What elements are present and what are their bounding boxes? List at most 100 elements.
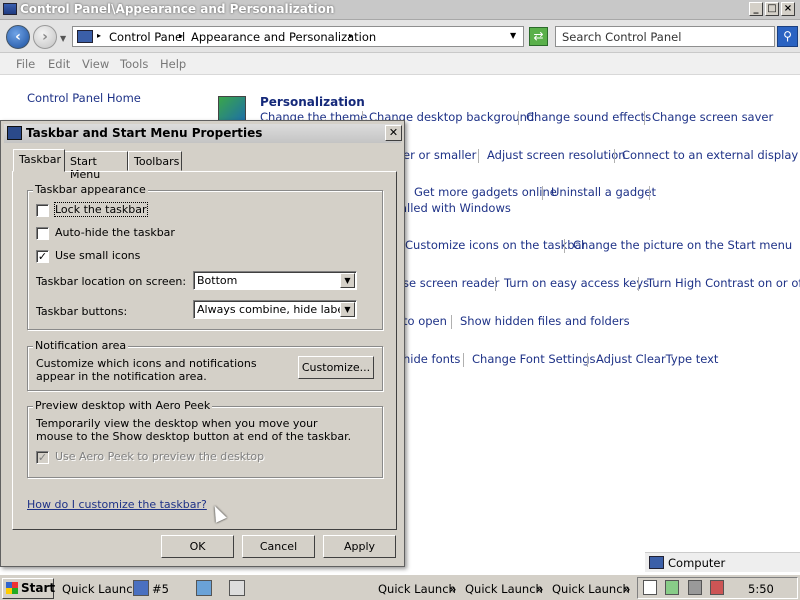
network-icon[interactable] (688, 580, 702, 595)
lock-taskbar-label[interactable]: Lock the taskbar (54, 202, 148, 217)
separator (587, 353, 588, 367)
separator (542, 186, 543, 200)
gadgets-installed-link[interactable]: alled with Windows (400, 201, 511, 215)
apply-button[interactable]: Apply (323, 535, 396, 558)
cancel-button[interactable]: Cancel (242, 535, 315, 558)
help-link[interactable]: How do I customize the taskbar? (27, 498, 207, 511)
separator (644, 111, 645, 125)
more-gadgets-link[interactable]: Get more gadgets online (414, 185, 557, 199)
chevron-down-icon[interactable]: ▼ (340, 302, 355, 317)
crumb-separator-icon: ▸ (97, 31, 102, 40)
computer-icon (649, 556, 664, 569)
menu-file[interactable]: File (16, 57, 35, 71)
uninstall-gadget-link[interactable]: Uninstall a gadget (551, 185, 656, 199)
start-button[interactable]: Start (2, 578, 56, 599)
close-window-button[interactable]: × (781, 2, 795, 16)
customize-taskbar-icons-link[interactable]: Customize icons on the taskbar (405, 238, 586, 252)
click-to-open-link[interactable]: to open (403, 314, 447, 328)
back-button[interactable]: ‹ (6, 25, 30, 49)
refresh-icon[interactable]: ⇄ (529, 27, 548, 46)
quick-launch-toolbar[interactable]: Quick Launch (552, 582, 630, 596)
quick-launch-toolbar[interactable]: Quick Launch (465, 582, 543, 596)
aero-peek-text: Temporarily view the desktop when you mo… (36, 417, 352, 443)
maximize-button[interactable]: □ (765, 2, 779, 16)
separator (478, 149, 479, 163)
quick-launch-toolbar[interactable]: Quick Launch (378, 582, 456, 596)
taskbar-appearance-title: Taskbar appearance (33, 183, 148, 196)
address-toolbar: ‹ › ▼ ▸ Control Panel ▸ Appearance and P… (0, 20, 800, 53)
cleartype-link[interactable]: Adjust ClearType text (596, 352, 718, 366)
clock[interactable]: 5:50 (748, 582, 774, 596)
separator (638, 277, 639, 291)
small-icons-checkbox[interactable]: ✓ (36, 250, 49, 263)
aero-peek-checkbox[interactable]: ✓ (36, 451, 49, 464)
chevron-right-icon[interactable]: » (536, 582, 543, 596)
crumb-control-panel[interactable]: Control Panel (109, 30, 185, 44)
tab-toolbars[interactable]: Toolbars (128, 151, 182, 171)
personalization-icon (218, 96, 246, 122)
status-bar: Computer (645, 552, 800, 572)
personalization-title[interactable]: Personalization (260, 95, 365, 109)
buttons-label: Taskbar buttons: (36, 305, 128, 318)
autohide-checkbox[interactable] (36, 227, 49, 240)
history-dropdown-icon[interactable]: ▼ (60, 34, 66, 43)
address-field[interactable]: ▸ Control Panel ▸ Appearance and Persona… (72, 26, 524, 47)
separator (451, 315, 452, 329)
customize-button[interactable]: Customize... (298, 356, 374, 379)
security-icon[interactable] (665, 580, 679, 595)
computer-icon[interactable] (133, 580, 149, 596)
search-input[interactable]: Search Control Panel (555, 26, 775, 47)
text-size-link[interactable]: er or smaller (403, 148, 476, 162)
adjust-resolution-link[interactable]: Adjust screen resolution (487, 148, 626, 162)
forward-button[interactable]: › (33, 25, 57, 49)
close-icon[interactable]: ✕ (385, 125, 402, 141)
search-icon[interactable]: ⚲ (777, 26, 798, 47)
aero-peek-label: Use Aero Peek to preview the desktop (55, 450, 265, 463)
small-icons-label[interactable]: Use small icons (55, 249, 140, 262)
taskbar-icon (7, 126, 22, 140)
buttons-value: Always combine, hide labels (197, 303, 353, 316)
windows-flag-icon (6, 582, 18, 594)
chevron-right-icon[interactable]: » (623, 582, 630, 596)
separator (564, 239, 565, 253)
taskbar-window-icon[interactable] (229, 580, 245, 596)
font-settings-link[interactable]: Change Font Settings (472, 352, 596, 366)
ok-button[interactable]: OK (161, 535, 234, 558)
location-select[interactable]: Bottom ▼ (193, 271, 357, 290)
hide-fonts-link[interactable]: hide fonts (403, 352, 460, 366)
volume-muted-icon[interactable] (710, 580, 724, 595)
address-dropdown-icon[interactable]: ▼ (510, 31, 516, 40)
menu-view[interactable]: View (82, 57, 109, 71)
taskbar-item[interactable]: #5 (152, 582, 169, 596)
screen-reader-link[interactable]: se screen reader (403, 276, 499, 290)
menu-edit[interactable]: Edit (48, 57, 70, 71)
display-icon[interactable] (196, 580, 212, 596)
chevron-down-icon[interactable]: ▼ (340, 273, 355, 288)
document-icon[interactable] (643, 580, 657, 595)
start-menu-picture-link[interactable]: Change the picture on the Start menu (573, 238, 792, 252)
hidden-files-link[interactable]: Show hidden files and folders (460, 314, 630, 328)
buttons-select[interactable]: Always combine, hide labels ▼ (193, 300, 357, 319)
lock-taskbar-checkbox[interactable] (36, 204, 49, 217)
menu-tools[interactable]: Tools (120, 57, 148, 71)
notification-area-group: Notification area Customize which icons … (27, 339, 383, 391)
taskbar-appearance-group: Taskbar appearance Lock the taskbar Auto… (27, 183, 383, 330)
chevron-right-icon[interactable]: » (449, 582, 456, 596)
quick-launch-toolbar[interactable]: Quick Launch (62, 582, 140, 596)
external-display-link[interactable]: Connect to an external display (622, 148, 798, 162)
autohide-label[interactable]: Auto-hide the taskbar (55, 226, 175, 239)
change-sound-link[interactable]: Change sound effects (526, 110, 651, 124)
high-contrast-link[interactable]: Turn High Contrast on or off (647, 276, 800, 290)
minimize-button[interactable]: _ (749, 2, 763, 16)
start-label: Start (21, 581, 56, 595)
change-screensaver-link[interactable]: Change screen saver (652, 110, 773, 124)
notification-text: Customize which icons and notifications … (36, 357, 257, 383)
notification-tray: 5:50 (637, 577, 798, 599)
menu-help[interactable]: Help (160, 57, 186, 71)
easy-access-keys-link[interactable]: Turn on easy access keys (504, 276, 649, 290)
control-panel-home-link[interactable]: Control Panel Home (27, 91, 141, 105)
tab-taskbar[interactable]: Taskbar (13, 149, 65, 172)
crumb-separator-icon: ▸ (349, 31, 354, 40)
separator (495, 277, 496, 291)
tab-start-menu[interactable]: Start Menu (64, 151, 128, 181)
